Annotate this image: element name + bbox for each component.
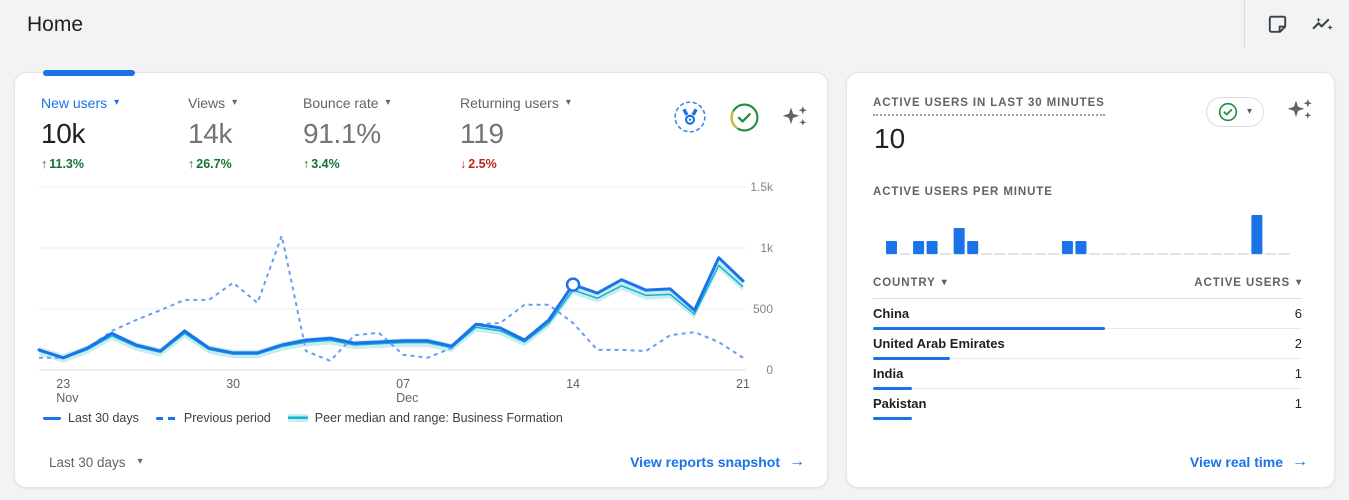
country-table-header: COUNTRY ▾ ACTIVE USERS ▾ xyxy=(873,277,1302,299)
benchmark-medal-icon[interactable] xyxy=(672,99,708,135)
trend-arrow-icon: ↑ xyxy=(41,157,48,171)
dashed-line-swatch-icon xyxy=(155,416,177,420)
metric-tab-views[interactable]: Views ▾ 14k ↑ 26.7% xyxy=(188,95,303,171)
realtime-status-button[interactable]: ▾ xyxy=(1205,97,1264,127)
table-row: United Arab Emirates 2 xyxy=(873,329,1302,360)
svg-text:30: 30 xyxy=(226,377,240,391)
per-minute-bar-chart xyxy=(886,215,1290,255)
metric-delta: ↓ 2.5% xyxy=(460,157,497,171)
realtime-title: ACTIVE USERS IN LAST 30 MINUTES xyxy=(873,97,1105,116)
peer-band-swatch-icon xyxy=(287,414,308,422)
chevron-down-icon: ▾ xyxy=(941,277,948,288)
metric-value: 10k xyxy=(41,118,86,149)
chevron-down-icon[interactable]: ▾ xyxy=(114,98,119,108)
legend-previous-period: Previous period xyxy=(155,411,271,425)
svg-text:1k: 1k xyxy=(760,241,774,255)
page-title: Home xyxy=(27,13,84,36)
svg-text:07: 07 xyxy=(396,377,410,391)
svg-text:Nov: Nov xyxy=(56,391,79,405)
svg-text:1.5k: 1.5k xyxy=(750,180,774,194)
date-range-selector[interactable]: Last 30 days ▾ xyxy=(49,455,143,470)
table-row: India 1 xyxy=(873,359,1302,390)
insights-sparkles-icon[interactable] xyxy=(1286,97,1314,123)
metric-delta: ↑ 26.7% xyxy=(188,157,232,171)
solid-line-swatch-icon xyxy=(43,416,61,420)
per-minute-title: ACTIVE USERS PER MINUTE xyxy=(873,186,1053,198)
metric-delta: ↑ 11.3% xyxy=(41,157,85,171)
country-name: India xyxy=(873,366,904,381)
metric-label: New users xyxy=(41,95,108,111)
svg-text:500: 500 xyxy=(753,302,773,316)
legend-last-30-days: Last 30 days xyxy=(43,411,139,425)
metric-label: Bounce rate xyxy=(303,95,379,111)
svg-text:14: 14 xyxy=(566,377,580,391)
arrow-right-icon: → xyxy=(1292,453,1308,470)
overview-card-footer: Last 30 days ▾ View reports snapshot → xyxy=(49,453,805,471)
header-actions xyxy=(1244,0,1337,48)
insights-icon[interactable] xyxy=(1308,10,1337,39)
metric-delta: ↑ 3.4% xyxy=(303,157,340,171)
country-table: COUNTRY ▾ ACTIVE USERS ▾ China 6 United … xyxy=(873,277,1302,420)
trend-arrow-icon: ↑ xyxy=(188,157,195,171)
trend-chart: 0 500 1k 1.5k 23Nov 30 07Dec 14 21 xyxy=(37,180,774,405)
svg-text:Dec: Dec xyxy=(396,391,418,405)
chevron-down-icon[interactable]: ▾ xyxy=(566,98,571,108)
notes-icon[interactable] xyxy=(1263,10,1292,39)
country-column-header[interactable]: COUNTRY ▾ xyxy=(873,277,948,289)
country-value: 1 xyxy=(1294,366,1302,381)
metric-value: 119 xyxy=(460,118,504,149)
chart-legend: Last 30 days Previous period Peer median… xyxy=(43,411,563,425)
card-action-icons xyxy=(672,99,809,135)
data-quality-check-icon[interactable] xyxy=(729,102,760,133)
table-row: Pakistan 1 xyxy=(873,389,1302,420)
svg-text:0: 0 xyxy=(766,363,773,377)
country-bar xyxy=(873,417,912,420)
metric-label: Views xyxy=(188,95,226,111)
active-users-count: 10 xyxy=(874,123,906,154)
metrics-row: New users ▾ 10k ↑ 11.3% Views ▾ 14k ↑ 26.7% … xyxy=(41,95,809,171)
country-value: 2 xyxy=(1294,336,1302,351)
svg-text:21: 21 xyxy=(736,377,750,391)
trend-arrow-icon: ↓ xyxy=(460,157,467,171)
check-circle-icon xyxy=(1218,102,1238,122)
metric-tab-new-users[interactable]: New users ▾ 10k ↑ 11.3% xyxy=(41,95,188,171)
chevron-down-icon: ▾ xyxy=(1296,277,1302,288)
metric-tab-returning-users[interactable]: Returning users ▾ 119 ↓ 2.5% xyxy=(460,95,610,171)
country-value: 1 xyxy=(1294,396,1302,411)
view-reports-snapshot-link[interactable]: View reports snapshot → xyxy=(630,453,805,471)
trend-arrow-icon: ↑ xyxy=(303,157,310,171)
metric-label: Returning users xyxy=(460,95,559,111)
overview-card: New users ▾ 10k ↑ 11.3% Views ▾ 14k ↑ 26.7% … xyxy=(14,70,828,488)
active-users-column-header[interactable]: ACTIVE USERS ▾ xyxy=(1194,277,1302,289)
legend-peer-median: Peer median and range: Business Formatio… xyxy=(287,411,563,425)
table-row: China 6 xyxy=(873,299,1302,330)
svg-text:23: 23 xyxy=(56,377,70,391)
country-name: China xyxy=(873,306,910,321)
metric-value: 91.1% xyxy=(303,118,381,149)
country-name: Pakistan xyxy=(873,396,927,411)
chevron-down-icon: ▾ xyxy=(1246,106,1252,117)
metric-value: 14k xyxy=(188,118,233,149)
view-real-time-link[interactable]: View real time → xyxy=(1190,453,1308,471)
insights-sparkles-icon[interactable] xyxy=(781,104,809,130)
realtime-card: ACTIVE USERS IN LAST 30 MINUTES ▾ 10 ACT… xyxy=(846,72,1335,488)
metric-tab-bounce-rate[interactable]: Bounce rate ▾ 91.1% ↑ 3.4% xyxy=(303,95,460,171)
chevron-down-icon[interactable]: ▾ xyxy=(386,98,391,108)
realtime-header: ACTIVE USERS IN LAST 30 MINUTES ▾ xyxy=(873,97,1314,127)
arrow-right-icon: → xyxy=(789,453,805,470)
country-value: 6 xyxy=(1294,306,1302,321)
chevron-down-icon: ▾ xyxy=(137,456,143,467)
chevron-down-icon[interactable]: ▾ xyxy=(232,98,237,108)
active-tab-indicator xyxy=(43,70,135,76)
country-name: United Arab Emirates xyxy=(873,336,1005,351)
